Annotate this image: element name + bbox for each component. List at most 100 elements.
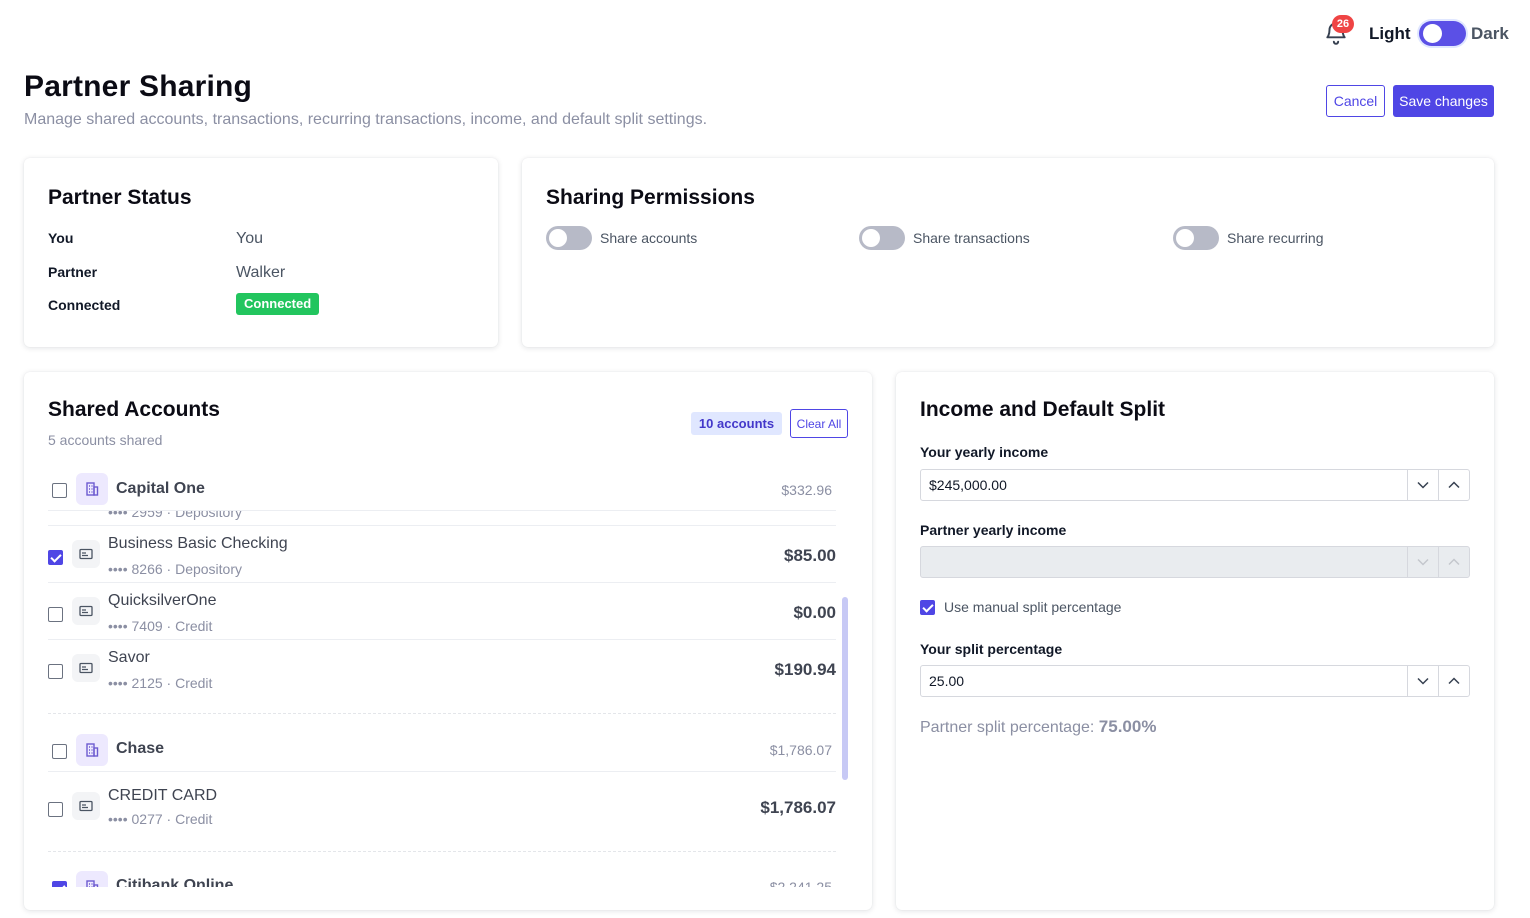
increment-button [1438,547,1469,577]
partner-income-label: Partner yearly income [920,522,1067,538]
partner-income-input [920,546,1470,578]
account-balance: $85.00 [784,546,836,565]
theme-toggle[interactable] [1419,21,1466,46]
group-divider [48,713,836,714]
account-balance: $190.94 [774,660,836,679]
partner-status-card: Partner Status You You Partner Walker Co… [24,158,498,347]
cancel-button[interactable]: Cancel [1326,85,1385,117]
bank-building-icon [76,871,108,887]
partner-split-text: Partner split percentage: 75.00% [920,717,1156,737]
card-icon [72,597,100,625]
share-accounts-label: Share accounts [600,230,698,246]
partner-value: Walker [236,264,286,281]
theme-dark-label: Dark [1471,24,1509,43]
save-changes-button[interactable]: Save changes [1393,85,1494,117]
chevron-down-icon [1417,558,1429,566]
institution-name: Citibank Online [116,877,234,887]
divider [48,510,836,511]
account-row[interactable]: Business Basic Checking •••• 8266 · Depo… [48,526,836,582]
account-meta: •••• 7409 · Credit [108,618,213,634]
share-transactions-permission: Share transactions [859,226,1030,250]
connected-status-badge: Connected [236,293,320,315]
your-income-input[interactable]: $245,000.00 [920,469,1470,501]
account-meta: •••• 0277 · Credit [108,811,213,827]
institution-name: Chase [116,740,165,757]
shared-accounts-card: Shared Accounts 5 accounts shared 10 acc… [24,372,872,910]
manual-split-checkbox[interactable] [920,600,935,615]
accounts-list-scrollbar[interactable] [842,597,848,780]
chevron-up-icon [1448,481,1460,489]
share-accounts-toggle[interactable] [546,226,592,250]
partner-split-label: Partner split percentage: [920,719,1095,736]
partner-label: Partner [48,264,98,280]
partner-income-value [921,547,1407,577]
card-icon [72,792,100,820]
chevron-up-icon [1448,677,1460,685]
partner-status-title: Partner Status [48,186,192,209]
decrement-button[interactable] [1407,470,1438,500]
account-checkbox[interactable] [48,664,63,679]
institution-row-capital-one[interactable]: Capital One $332.96 [48,465,836,510]
institution-row-chase[interactable]: Chase $1,786.07 [48,726,836,771]
chevron-up-icon [1448,558,1460,566]
account-row[interactable]: Savor •••• 2125 · Credit $190.94 [48,640,836,696]
you-value: You [236,230,263,247]
institution-checkbox[interactable] [52,881,67,887]
manual-split-label: Use manual split percentage [944,599,1122,615]
institution-checkbox[interactable] [52,744,67,759]
toggle-knob [862,229,880,247]
share-accounts-permission: Share accounts [546,226,697,250]
split-percentage-input[interactable]: 25.00 [920,665,1470,697]
clear-all-button[interactable]: Clear All [790,409,848,438]
sharing-permissions-card: Sharing Permissions Share accounts Share… [522,158,1494,347]
account-meta: •••• 8266 · Depository [108,561,242,577]
increment-button[interactable] [1438,470,1469,500]
account-balance: $1,786.07 [760,798,836,817]
theme-light-label: Light [1369,24,1411,43]
decrement-button [1407,547,1438,577]
share-recurring-toggle[interactable] [1173,226,1219,250]
split-percentage-label: Your split percentage [920,641,1063,657]
notification-count-badge: 26 [1332,15,1354,33]
chevron-down-icon [1417,677,1429,685]
chevron-down-icon [1417,481,1429,489]
share-transactions-toggle[interactable] [859,226,905,250]
shared-accounts-title: Shared Accounts [48,398,220,421]
institution-checkbox[interactable] [52,483,67,498]
shared-accounts-subtitle: 5 accounts shared [48,432,163,448]
share-transactions-label: Share transactions [913,230,1030,246]
share-recurring-permission: Share recurring [1173,226,1324,250]
your-income-label: Your yearly income [920,444,1049,460]
account-checkbox[interactable] [48,550,63,565]
theme-toggle-knob [1423,24,1442,43]
institution-row-citibank-online[interactable]: Citibank Online $2,241.25 [48,863,836,887]
partner-split-value: 75.00% [1098,717,1157,736]
institution-total: $332.96 [781,482,832,498]
toggle-knob [1176,229,1194,247]
toggle-knob [549,229,567,247]
page-subtitle: Manage shared accounts, transactions, re… [24,111,708,128]
account-name: Business Basic Checking [108,535,288,552]
connected-label: Connected [48,297,121,313]
institution-total: $1,786.07 [769,742,832,758]
account-checkbox[interactable] [48,607,63,622]
account-meta: •••• 2125 · Credit [108,675,213,691]
accounts-list[interactable]: Capital One $332.96 •••• 2959 · Deposito… [48,465,848,887]
notifications-button[interactable]: 26 [1323,15,1354,46]
accounts-count-badge: 10 accounts [691,412,782,435]
page-title: Partner Sharing [24,70,253,103]
account-checkbox[interactable] [48,802,63,817]
sharing-permissions-title: Sharing Permissions [546,186,755,209]
share-recurring-label: Share recurring [1227,230,1324,246]
split-percentage-value[interactable]: 25.00 [921,666,1407,696]
increment-button[interactable] [1438,666,1469,696]
decrement-button[interactable] [1407,666,1438,696]
income-split-title: Income and Default Split [920,398,1166,421]
account-row[interactable]: CREDIT CARD •••• 0277 · Credit $1,786.07 [48,778,836,834]
bank-building-icon [76,473,108,505]
institution-total: $2,241.25 [769,879,832,887]
group-divider [48,851,836,852]
your-income-value[interactable]: $245,000.00 [921,470,1407,500]
card-icon [72,654,100,682]
account-row[interactable]: QuicksilverOne •••• 7409 · Credit $0.00 [48,583,836,639]
